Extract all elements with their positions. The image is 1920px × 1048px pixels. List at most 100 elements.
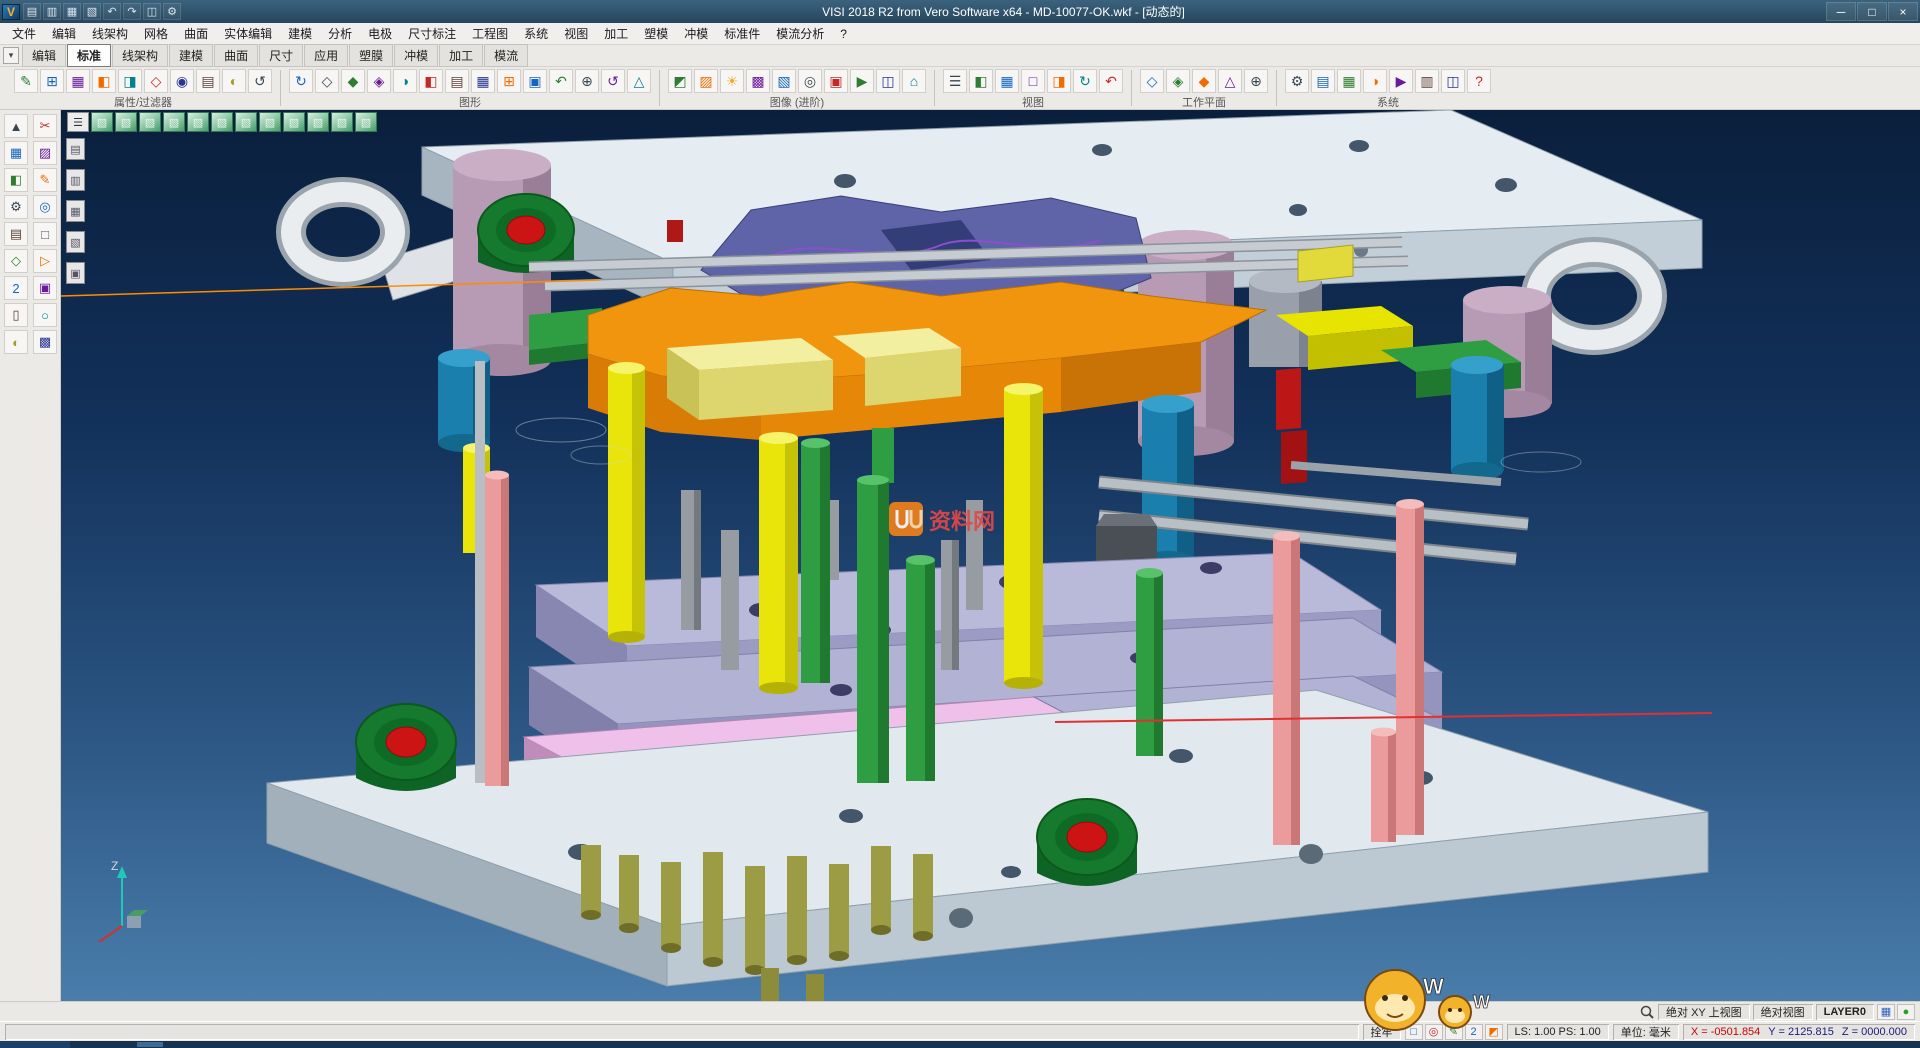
cube-front-icon[interactable]: ▧ [163,112,185,132]
workspace-icon[interactable]: ◫ [143,3,161,20]
blank-sheet-icon[interactable]: □ [33,222,57,246]
clipboard-filter-icon[interactable]: ▦ [66,200,85,222]
menu-item[interactable]: 编辑 [44,23,84,44]
guide-bushing-bottom-right[interactable] [1037,799,1137,886]
workbench-tab[interactable]: 尺寸 [259,44,303,67]
workplane-3point-icon[interactable]: △ [1218,69,1242,93]
active-layer-cell[interactable]: LAYER0 [1816,1004,1874,1020]
options-gear-icon[interactable]: ⚙ [163,3,181,20]
sketch-pencil-icon[interactable]: ✎ [33,168,57,192]
macro-icon[interactable]: ▶ [1389,69,1413,93]
minimize-button[interactable]: ─ [1826,2,1856,21]
units-icon[interactable]: ◑ [1363,69,1387,93]
database-icon[interactable]: ▥ [1415,69,1439,93]
workbench-tab[interactable]: 模流 [484,44,528,67]
measure-icon[interactable]: ◇ [4,249,28,273]
menu-item[interactable]: 冲模 [676,23,716,44]
menu-item[interactable]: 电极 [360,23,400,44]
animation-icon[interactable]: ▶ [850,69,874,93]
view-previous-icon[interactable]: ↶ [1099,69,1123,93]
light-icon[interactable]: ☀ [720,69,744,93]
history-clock-icon[interactable]: ○ [33,303,57,327]
mold-assembly-model[interactable]: 资料网 Z [61,110,1920,1001]
clipboard-lock-icon[interactable]: ▣ [66,262,85,284]
workbench-tab[interactable]: 塑膜 [349,44,393,67]
print-icon[interactable]: ▧ [83,3,101,20]
ejector-pins-olive[interactable] [581,845,933,1001]
menu-item[interactable]: ? [832,25,855,43]
render-icon[interactable]: ◩ [668,69,692,93]
workbench-tab[interactable]: 应用 [304,44,348,67]
menu-item[interactable]: 建模 [280,23,320,44]
section-view-icon[interactable]: ◧ [419,69,443,93]
iso-cube-icon[interactable]: ◧ [4,168,28,192]
snap-grid-icon[interactable]: ▦ [4,141,28,165]
texture-icon[interactable]: ▩ [746,69,770,93]
view-rotate-icon[interactable]: ↻ [1073,69,1097,93]
wireframe-view-icon[interactable]: ◇ [315,69,339,93]
cube-se-iso-icon[interactable]: ▧ [283,112,305,132]
menu-item[interactable]: 文件 [4,23,44,44]
camera-view-icon[interactable]: ◎ [798,69,822,93]
cube-dynamic-icon[interactable]: ▧ [355,112,377,132]
menu-item[interactable]: 网格 [136,23,176,44]
clipboard-copy-icon[interactable]: ▧ [66,231,85,253]
material-icon[interactable]: ▨ [694,69,718,93]
cube-right-icon[interactable]: ▧ [235,112,257,132]
window-layout-icon[interactable]: ◫ [1441,69,1465,93]
workbench-tab[interactable]: 编辑 [22,44,66,67]
cube-back-icon[interactable]: ▧ [187,112,209,132]
workbench-tab[interactable]: 曲面 [214,44,258,67]
workbench-tab[interactable]: 线架构 [112,44,168,67]
print-plot-icon[interactable]: ▤ [4,222,28,246]
workplane-yz-icon[interactable]: ◈ [1166,69,1190,93]
workplane-align-icon[interactable]: ⊕ [1244,69,1268,93]
menu-item[interactable]: 系统 [516,23,556,44]
view-front-icon[interactable]: □ [1021,69,1045,93]
tab-overflow-button[interactable]: ▾ [3,47,19,64]
menu-item[interactable]: 尺寸标注 [400,23,464,44]
connection-ok-icon[interactable]: ● [1897,1004,1915,1020]
maximize-button[interactable]: □ [1857,2,1887,21]
workbench-tab[interactable]: 建模 [169,44,213,67]
zoom-previous-icon[interactable]: ↶ [549,69,573,93]
open-folder-icon[interactable]: ▥ [43,3,61,20]
cube-ne-iso-icon[interactable]: ▧ [331,112,353,132]
workbench-tab[interactable]: 加工 [439,44,483,67]
counter-2-icon[interactable]: 2 [4,276,28,300]
viewport-3d[interactable]: ☰▧▧▧▧▧▧▧▧▧▧▧▧ ▤▥▦▧▣ [61,110,1920,1001]
visibility-eye-icon[interactable]: ◎ [33,195,57,219]
attribute-brush-icon[interactable]: ✎ [14,69,38,93]
undo-icon[interactable]: ↶ [103,3,121,20]
redraw-icon[interactable]: ↻ [289,69,313,93]
absolute-view-cell[interactable]: 绝对视图 [1753,1004,1813,1020]
filter-point-icon[interactable]: ◉ [170,69,194,93]
erase-icon[interactable]: ▨ [33,141,57,165]
menu-item[interactable]: 分析 [320,23,360,44]
filter-layer-icon[interactable]: ▤ [196,69,220,93]
save-icon[interactable]: ▦ [63,3,81,20]
menu-item[interactable]: 工程图 [464,23,516,44]
cube-iso-icon[interactable]: ▧ [91,112,113,132]
eye-bolt-left[interactable] [291,192,465,300]
feedback-icon[interactable]: ◐ [4,330,28,354]
view-top-icon[interactable]: ▦ [995,69,1019,93]
clipboard-properties-icon[interactable]: ▤ [66,138,85,160]
gallery-image-icon[interactable]: ▩ [33,330,57,354]
layer-panel-icon[interactable]: ▤ [1311,69,1335,93]
grid-status-icon[interactable]: ▦ [1877,1004,1895,1020]
cube-left-icon[interactable]: ▧ [211,112,233,132]
cube-bottom-icon[interactable]: ▧ [139,112,161,132]
taskbar-app-chip[interactable] [137,1042,163,1047]
menu-item[interactable]: 模流分析 [768,23,832,44]
zoom-fit-icon[interactable]: ▣ [523,69,547,93]
command-prompt-field[interactable] [5,1024,1359,1040]
grid-toggle-icon[interactable]: ▦ [471,69,495,93]
redo-icon[interactable]: ↷ [123,3,141,20]
menu-item[interactable]: 标准件 [716,23,768,44]
environment-icon[interactable]: ⌂ [902,69,926,93]
guide-bushing-bottom-left[interactable] [356,704,456,791]
background-icon[interactable]: ▧ [772,69,796,93]
snapshot-icon[interactable]: ▣ [824,69,848,93]
menu-item[interactable]: 视图 [556,23,596,44]
